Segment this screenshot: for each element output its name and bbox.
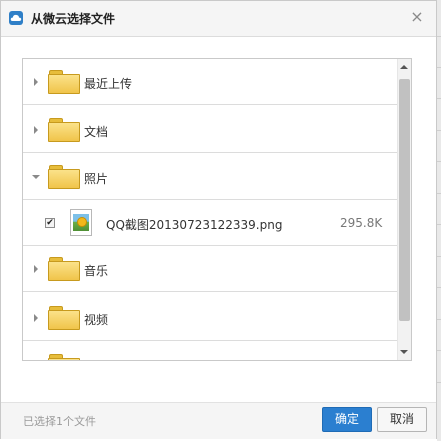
folder-icon xyxy=(48,165,80,189)
folder-label: 最近上传 xyxy=(84,77,133,91)
folder-row-video[interactable]: 视频 xyxy=(23,295,397,341)
close-icon[interactable]: × xyxy=(410,8,424,26)
select-file-dialog: 从微云选择文件 × 最近上传 文档 照片 ✔ QQ截图2013072312233… xyxy=(0,0,437,439)
dialog-titlebar: 从微云选择文件 × xyxy=(1,1,436,37)
folder-icon xyxy=(48,118,80,142)
folder-icon xyxy=(48,70,80,94)
expand-arrow-icon[interactable] xyxy=(34,314,38,322)
expand-arrow-icon[interactable] xyxy=(34,78,38,86)
file-name: QQ截图20130723122339.png xyxy=(106,218,283,232)
scroll-up-icon[interactable] xyxy=(400,65,408,69)
cancel-button[interactable]: 取消 xyxy=(377,407,427,432)
weiyun-cloud-icon xyxy=(9,11,23,25)
file-checkbox[interactable]: ✔ xyxy=(45,218,55,228)
folder-row-recent[interactable]: 最近上传 xyxy=(23,59,397,105)
file-tree-panel: 最近上传 文档 照片 ✔ QQ截图20130723122339.png 295.… xyxy=(22,58,412,361)
expand-arrow-icon[interactable] xyxy=(34,126,38,134)
scrollbar-thumb[interactable] xyxy=(399,79,410,321)
folder-row-partial[interactable] xyxy=(23,343,397,360)
folder-row-photos[interactable]: 照片 xyxy=(23,154,397,200)
folder-icon xyxy=(48,257,80,281)
folder-icon xyxy=(48,354,80,360)
folder-label: 视频 xyxy=(84,313,109,327)
expand-arrow-icon[interactable] xyxy=(34,265,38,273)
scroll-down-icon[interactable] xyxy=(400,350,408,354)
selection-status: 已选择1个文件 xyxy=(23,415,96,428)
folder-icon xyxy=(48,306,80,330)
confirm-button[interactable]: 确定 xyxy=(322,407,372,432)
dialog-footer: 已选择1个文件 确定 取消 xyxy=(1,402,436,439)
folder-row-music[interactable]: 音乐 xyxy=(23,246,397,292)
image-file-icon xyxy=(70,209,92,236)
background-window-edge xyxy=(437,0,441,441)
collapse-arrow-icon[interactable] xyxy=(32,175,40,179)
dialog-title: 从微云选择文件 xyxy=(31,12,116,26)
vertical-scrollbar[interactable] xyxy=(397,59,411,360)
folder-row-documents[interactable]: 文档 xyxy=(23,107,397,153)
folder-label: 文档 xyxy=(84,125,109,139)
folder-label: 音乐 xyxy=(84,264,109,278)
file-row[interactable]: ✔ QQ截图20130723122339.png 295.8K xyxy=(23,200,397,246)
file-size: 295.8K xyxy=(340,216,383,230)
folder-label: 照片 xyxy=(84,172,109,186)
